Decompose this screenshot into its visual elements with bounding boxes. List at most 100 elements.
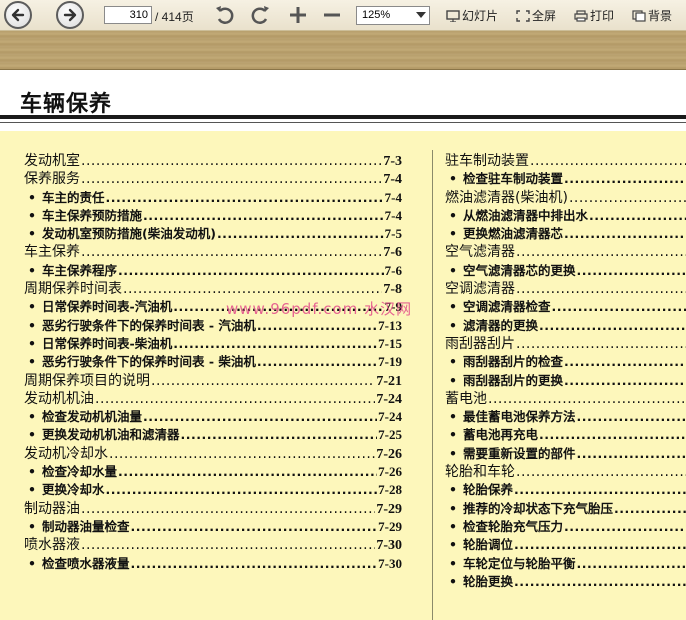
bullet-icon: • (449, 482, 457, 498)
toc-subsection-entry[interactable]: • 轮胎调位 (445, 534, 686, 552)
fullscreen-button[interactable]: 全屏 (516, 7, 556, 24)
toc-section-entry[interactable]: 发动机冷却水 7-26 (24, 443, 402, 462)
toc-section-entry[interactable]: 喷水器液 7-30 (24, 534, 402, 554)
toc-subsection-entry[interactable]: • 恶劣行驶条件下的保养时间表 - 柴油机 7-19 (24, 351, 402, 369)
toc-page-number: 7-24 (376, 391, 402, 407)
toc-subsection-entry[interactable]: • 蓄电池再充电 (445, 424, 686, 442)
toc-subsection-entry[interactable]: • 从燃油滤清器中排出水 (445, 205, 686, 223)
zoom-in-icon[interactable] (287, 4, 309, 26)
bullet-icon: • (449, 207, 457, 223)
toc-leader-dots (106, 482, 378, 497)
bullet-icon: • (449, 317, 457, 333)
bullet-icon: • (28, 482, 36, 498)
toc-page-number: 7-13 (378, 317, 402, 333)
toc-subsection-entry[interactable]: • 制动器油量检查 7-29 (24, 516, 402, 534)
toc-section-entry[interactable]: 车主保养 7-6 (24, 241, 402, 261)
toc-leader-dots (131, 519, 378, 534)
toc-subsection-entry[interactable]: • 检查轮胎充气压力 (445, 516, 686, 534)
toc-entry-label: 雨刮器刮片的更换 (463, 372, 564, 388)
print-button[interactable]: 打印 (574, 7, 614, 24)
zoom-select[interactable]: 125% (356, 6, 430, 25)
rotate-right-icon[interactable] (249, 4, 271, 26)
toc-page-number: 7-3 (383, 154, 402, 169)
toc-subsection-entry[interactable]: • 日常保养时间表-柴油机 7-15 (24, 333, 402, 351)
bullet-icon: • (28, 262, 36, 278)
toc-subsection-entry[interactable]: • 车轮定位与轮胎平衡 (445, 553, 686, 571)
toc-subsection-entry[interactable]: • 车主保养预防措施 7-4 (24, 205, 402, 223)
toc-entry-label: 车主的责任 (42, 189, 105, 205)
toc-subsection-entry[interactable]: • 车主的责任 7-4 (24, 187, 402, 205)
bullet-icon: • (28, 464, 36, 480)
toc-section-entry[interactable]: 燃油滤清器(柴油机) (445, 187, 686, 206)
watermark: www.96pdf.com 水汉网 (226, 300, 413, 318)
toc-subsection-entry[interactable]: • 检查冷却水量 7-26 (24, 461, 402, 479)
toc-subsection-entry[interactable]: • 更换燃油滤清器芯 (445, 223, 686, 241)
toc-leader-dots (143, 208, 384, 223)
toc-leader-dots (516, 336, 686, 352)
zoom-out-icon[interactable] (321, 4, 343, 26)
toc-subsection-entry[interactable]: • 检查发动机机油量 7-24 (24, 406, 402, 424)
forward-arrow-icon[interactable] (56, 1, 84, 29)
toc-leader-dots (516, 281, 686, 297)
toc-subsection-entry[interactable]: • 检查喷水器液量 7-30 (24, 553, 402, 571)
toc-subsection-entry[interactable]: • 空调滤清器检查 (445, 296, 686, 314)
toc-subsection-entry[interactable]: • 雨刮器刮片的更换 (445, 370, 686, 388)
toc-section-entry[interactable]: 轮胎和车轮 (445, 461, 686, 480)
toc-leader-dots (118, 464, 377, 479)
toc-subsection-entry[interactable]: • 滤清器的更换 (445, 315, 686, 333)
toc-section-entry[interactable]: 周期保养项目的说明 7-21 (24, 370, 402, 389)
toc-entry-label: 周期保养项目的说明 (24, 372, 150, 389)
toc-leader-dots (81, 153, 382, 169)
page-number-input[interactable]: 310 (104, 6, 152, 24)
toc-leader-dots (151, 373, 375, 389)
toc-entry-label: 检查冷却水量 (42, 464, 118, 480)
toc-subsection-entry[interactable]: • 更换冷却水 7-28 (24, 479, 402, 497)
toc-leader-dots (131, 556, 378, 571)
toc-page-number: 7-30 (376, 538, 402, 554)
toc-subsection-entry[interactable]: • 更换发动机机油和滤清器 7-25 (24, 424, 402, 442)
toc-entry-label: 蓄电池 (445, 390, 487, 407)
toc-subsection-entry[interactable]: • 检查驻车制动装置 (445, 168, 686, 186)
toc-section-entry[interactable]: 发动机机油 7-24 (24, 388, 402, 407)
toc-leader-dots (514, 482, 686, 497)
toc-section-entry[interactable]: 周期保养时间表 7-8 (24, 278, 402, 297)
background-label: 背景 (648, 9, 673, 23)
rotate-left-icon[interactable] (214, 4, 236, 26)
bullet-icon: • (28, 189, 36, 205)
toc-entry-label: 检查喷水器液量 (42, 555, 130, 571)
toc-subsection-entry[interactable]: • 轮胎更换 (445, 571, 686, 589)
toc-section-entry[interactable]: 保养服务 7-4 (24, 168, 402, 187)
bullet-icon: • (449, 500, 457, 516)
back-arrow-icon[interactable] (4, 1, 32, 29)
toc-entry-label: 发动机机油 (24, 390, 94, 407)
toc-section-entry[interactable]: 空调滤清器 (445, 278, 686, 297)
toc-entry-label: 检查发动机机油量 (42, 409, 143, 425)
toc-section-entry[interactable]: 雨刮器刮片 (445, 333, 686, 352)
background-button[interactable]: 背景 (632, 7, 672, 24)
toc-entry-label: 轮胎更换 (463, 573, 514, 589)
toc-subsection-entry[interactable]: • 发动机室预防措施(柴油发动机) 7-5 (24, 223, 402, 241)
toc-section-entry[interactable]: 制动器油 7-29 (24, 498, 402, 517)
toc-subsection-entry[interactable]: • 需要重新设置的部件 (445, 443, 686, 461)
toc-subsection-entry[interactable]: • 最佳蓄电池保养方法 (445, 406, 686, 424)
toc-section-entry[interactable]: 空气滤清器 (445, 241, 686, 260)
toc-entry-label: 车主保养 (24, 244, 80, 261)
bullet-icon: • (449, 537, 457, 553)
toc-entry-label: 需要重新设置的部件 (463, 445, 576, 461)
bullet-icon: • (449, 262, 457, 278)
toc-leader-dots (95, 391, 375, 407)
toc-section-entry[interactable]: 蓄电池 (445, 388, 686, 407)
toc-leader-dots (109, 446, 375, 462)
toc-subsection-entry[interactable]: • 雨刮器刮片的检查 (445, 351, 686, 369)
toc-subsection-entry[interactable]: • 推荐的冷却状态下充气胎压 (445, 498, 686, 516)
bullet-icon: • (28, 555, 36, 571)
toc-leader-dots (173, 336, 377, 351)
toc-page-number: 7-4 (384, 207, 402, 223)
toc-subsection-entry[interactable]: • 空气滤清器芯的更换 (445, 260, 686, 278)
bullet-icon: • (28, 299, 36, 315)
toc-subsection-entry[interactable]: • 轮胎保养 (445, 479, 686, 497)
slideshow-button[interactable]: 幻灯片 (446, 7, 498, 24)
toc-section-entry[interactable]: 驻车制动装置 (445, 150, 686, 169)
toc-section-entry[interactable]: 发动机室 7-3 (24, 150, 402, 169)
toc-subsection-entry[interactable]: • 车主保养程序 7-6 (24, 260, 402, 278)
